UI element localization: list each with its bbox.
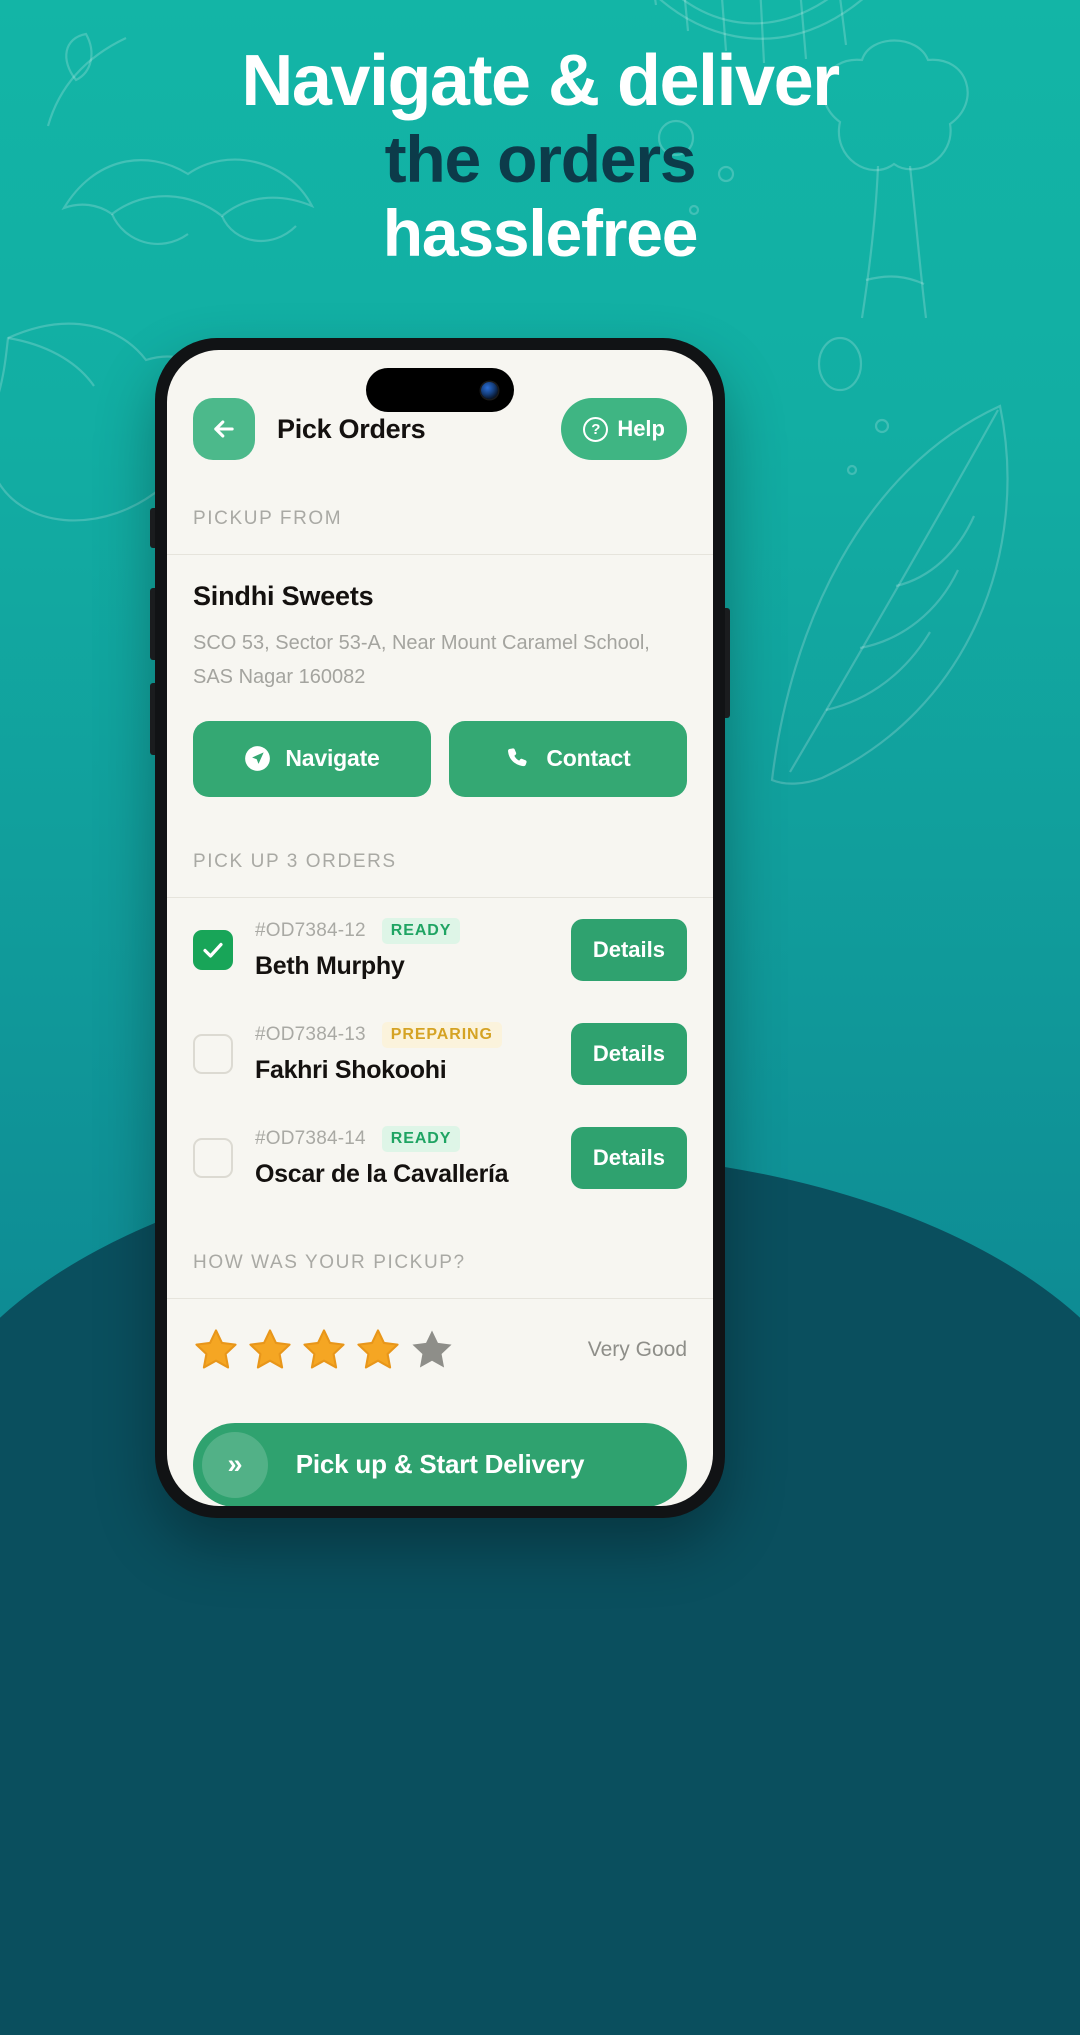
navigate-button-label: Navigate [285, 745, 380, 772]
store-address-line-2: SAS Nagar 160082 [193, 666, 366, 689]
orders-list: #OD7384-12 READY Beth Murphy Details #OD… [167, 898, 713, 1210]
details-button[interactable]: Details [570, 1126, 687, 1189]
decorative-leaf-icon [770, 404, 1009, 785]
headline-line-1: Navigate & deliver [241, 41, 840, 121]
page-title: Pick Orders [277, 413, 426, 444]
rating-row: Very Good [167, 1299, 713, 1401]
rating-text: Very Good [587, 1337, 687, 1361]
customer-name: Beth Murphy [255, 952, 405, 981]
phone-power-button [725, 608, 730, 718]
phone-mute-switch [150, 508, 155, 548]
arrow-left-icon [214, 420, 234, 438]
headline-line-2: the orders [384, 122, 697, 197]
store-address-line-1: SCO 53, Sector 53-A, Near Mount Caramel … [193, 632, 650, 654]
order-checkbox[interactable] [193, 1137, 233, 1178]
contact-button-label: Contact [546, 745, 631, 772]
front-camera-icon [481, 381, 498, 399]
navigate-button[interactable]: Navigate [193, 720, 431, 797]
dynamic-island [366, 368, 514, 412]
table-row[interactable]: #OD7384-14 READY Oscar de la Cavallería … [167, 1106, 713, 1210]
store-name: Sindhi Sweets [193, 581, 374, 611]
order-info: #OD7384-13 PREPARING Fakhri Shokoohi [255, 1022, 561, 1085]
phone-volume-down-button [150, 683, 155, 755]
status-badge: PREPARING [381, 1022, 502, 1049]
status-badge: READY [381, 1126, 461, 1153]
star-filled-icon[interactable] [301, 1327, 347, 1373]
contact-button[interactable]: Contact [449, 720, 687, 797]
pickup-from-label: PICKUP FROM [167, 482, 713, 555]
details-button[interactable]: Details [570, 918, 687, 981]
start-delivery-button-label: Pick up & Start Delivery [295, 1449, 585, 1480]
star-filled-icon[interactable] [355, 1327, 401, 1373]
order-meta: #OD7384-13 PREPARING [255, 1022, 561, 1049]
details-button[interactable]: Details [570, 1022, 687, 1085]
order-checkbox[interactable] [193, 1033, 233, 1074]
headline-line-3: hasslefree [382, 196, 699, 271]
order-id: #OD7384-12 [255, 920, 366, 942]
orders-section-label: PICK UP 3 ORDERS [167, 825, 713, 898]
navigation-arrow-icon [245, 746, 271, 772]
check-icon [203, 942, 223, 958]
details-button-label: Details [592, 936, 665, 962]
store-actions: Navigate Contact [193, 720, 687, 825]
decorative-seeds-icon [817, 336, 890, 476]
back-button[interactable] [193, 398, 255, 460]
star-filled-icon[interactable] [193, 1327, 239, 1373]
help-button-label: Help [617, 416, 665, 441]
phone-volume-up-button [150, 588, 155, 660]
star-rating[interactable] [193, 1327, 455, 1373]
poster-headline: Navigate & deliver the orders hasslefree [0, 44, 1080, 268]
help-button[interactable]: ? Help [561, 398, 687, 460]
order-id: #OD7384-14 [255, 1128, 366, 1150]
question-circle-icon: ? [583, 416, 609, 442]
phone-screen: Pick Orders ? Help PICKUP FROM Sindhi Sw… [167, 350, 713, 1506]
order-checkbox[interactable] [193, 929, 233, 970]
customer-name: Fakhri Shokoohi [255, 1056, 447, 1085]
start-delivery-button[interactable]: » Pick up & Start Delivery [193, 1422, 687, 1506]
phone-icon [508, 748, 527, 767]
double-chevron-right-icon: » [202, 1431, 268, 1498]
phone-mockup: Pick Orders ? Help PICKUP FROM Sindhi Sw… [150, 338, 730, 1518]
table-row[interactable]: #OD7384-12 READY Beth Murphy Details [167, 898, 713, 1002]
store-block: Sindhi Sweets SCO 53, Sector 53-A, Near … [167, 555, 713, 825]
rating-section-label: HOW WAS YOUR PICKUP? [167, 1226, 713, 1299]
order-info: #OD7384-14 READY Oscar de la Cavallería [255, 1126, 561, 1189]
order-meta: #OD7384-12 READY [255, 918, 561, 945]
store-address: SCO 53, Sector 53-A, Near Mount Caramel … [193, 626, 687, 695]
order-id: #OD7384-13 [255, 1024, 366, 1046]
table-row[interactable]: #OD7384-13 PREPARING Fakhri Shokoohi Det… [167, 1002, 713, 1106]
status-badge: READY [381, 918, 461, 945]
star-filled-icon[interactable] [247, 1327, 293, 1373]
details-button-label: Details [592, 1040, 665, 1066]
cta-wrapper: » Pick up & Start Delivery [167, 1401, 713, 1506]
order-meta: #OD7384-14 READY [255, 1126, 561, 1153]
star-empty-icon[interactable] [409, 1327, 455, 1373]
order-info: #OD7384-12 READY Beth Murphy [255, 918, 561, 981]
details-button-label: Details [592, 1144, 665, 1170]
customer-name: Oscar de la Cavallería [255, 1160, 509, 1189]
